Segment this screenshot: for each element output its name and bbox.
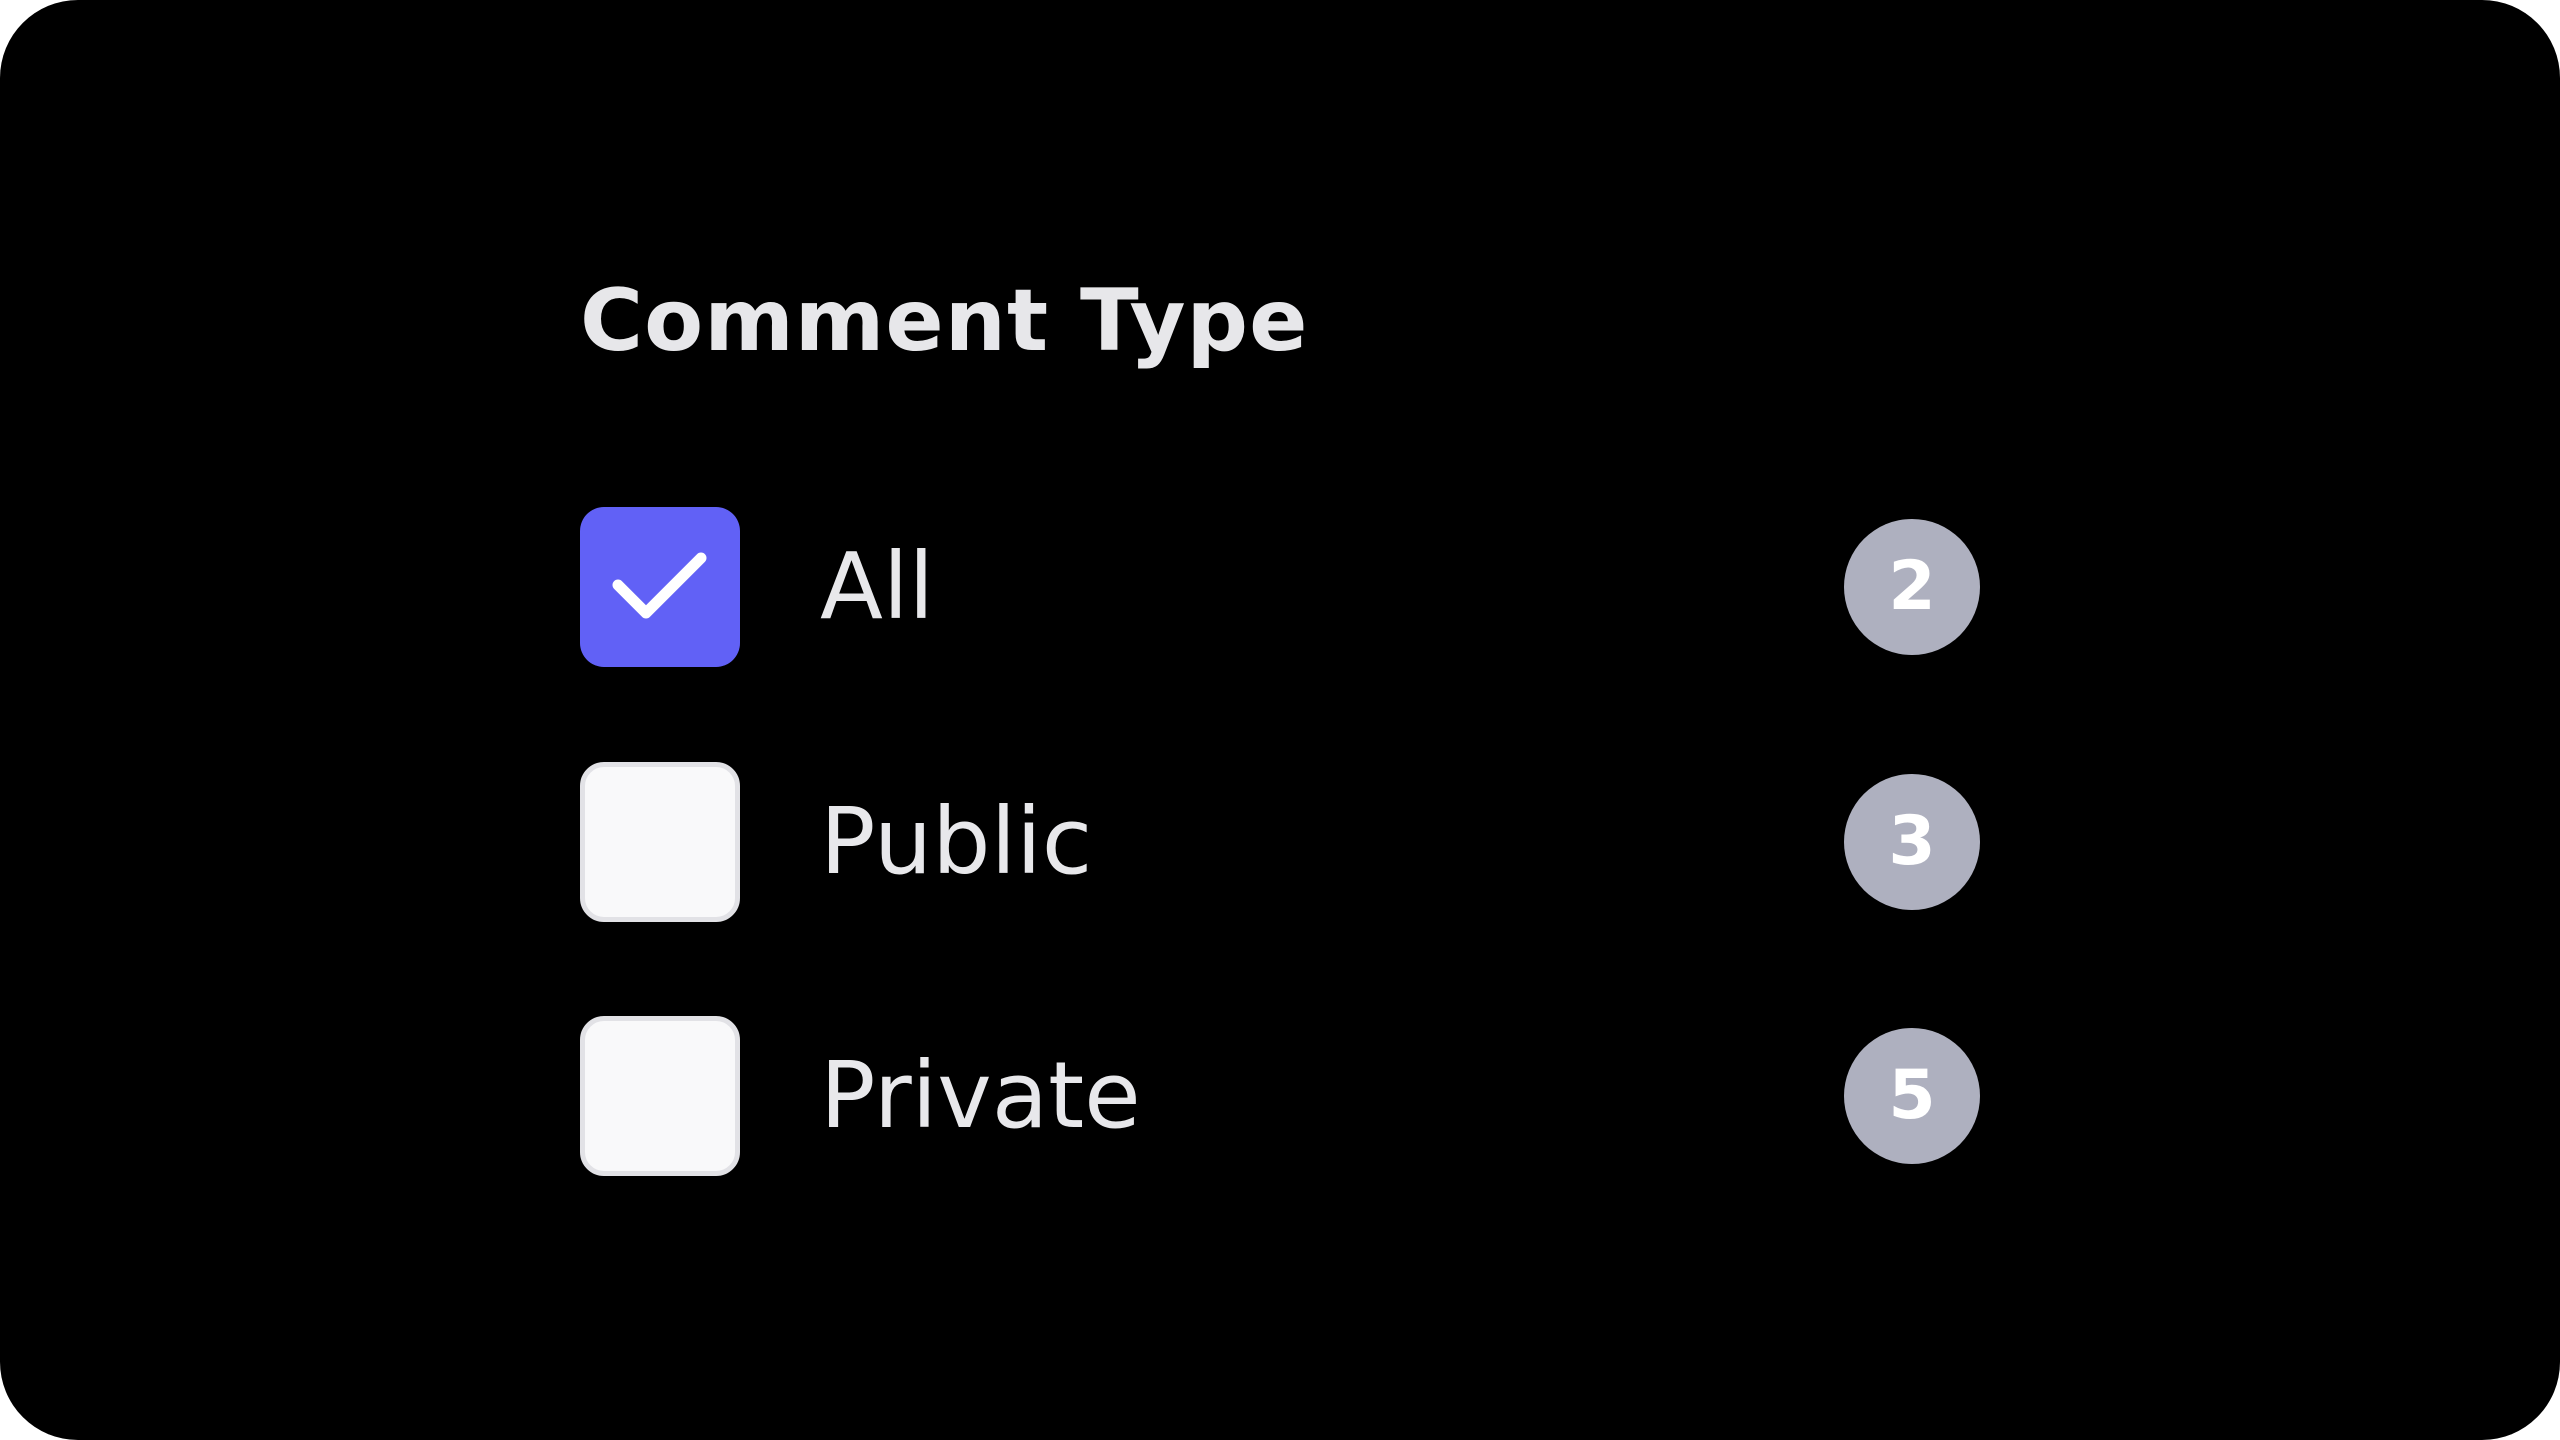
checkmark-icon	[612, 552, 707, 619]
checkbox-private[interactable]	[580, 1016, 740, 1176]
filter-title: Comment Type	[580, 271, 1309, 371]
checkbox-all[interactable]	[580, 507, 740, 667]
count-badge-all: 2	[1844, 519, 1980, 655]
count-badge-private: 5	[1844, 1028, 1980, 1164]
option-label-all[interactable]: All	[820, 541, 934, 633]
filter-option-all[interactable]: All 2	[580, 507, 1980, 667]
count-badge-public: 3	[1844, 774, 1980, 910]
filter-option-public[interactable]: Public 3	[580, 762, 1980, 922]
filter-option-private[interactable]: Private 5	[580, 1016, 1980, 1176]
option-label-public[interactable]: Public	[820, 796, 1092, 888]
option-label-private[interactable]: Private	[820, 1050, 1141, 1142]
filter-panel: Comment Type All 2 Public 3 Private 5	[0, 0, 2560, 1440]
checkbox-public[interactable]	[580, 762, 740, 922]
